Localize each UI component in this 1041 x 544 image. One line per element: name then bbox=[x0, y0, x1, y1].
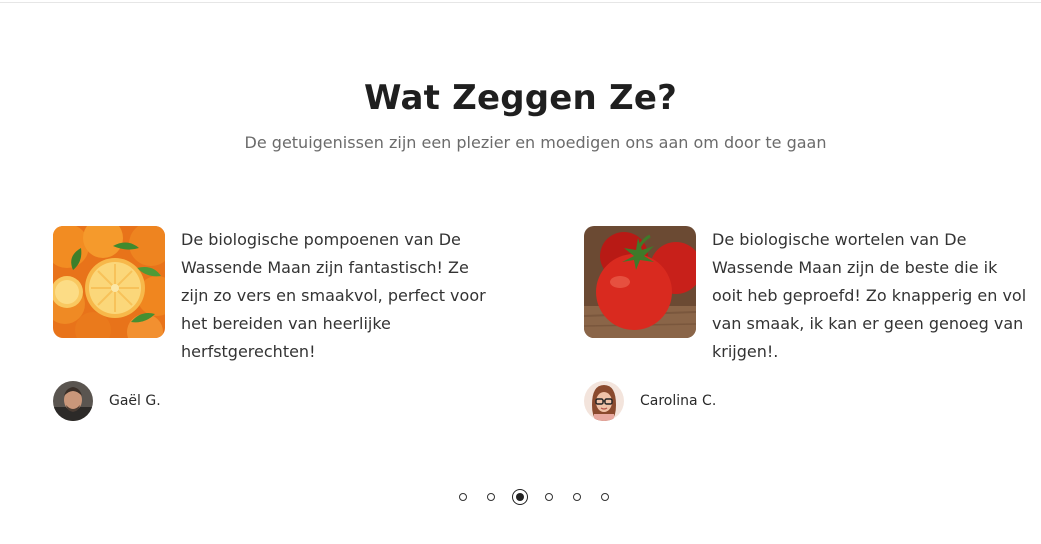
top-divider bbox=[0, 2, 1041, 3]
oranges-photo bbox=[53, 226, 165, 338]
pagination-dot[interactable] bbox=[544, 493, 553, 501]
testimonial-quote: De biologische pompoenen van De Wassende… bbox=[181, 230, 486, 361]
testimonial-card: De biologische pompoenen van De Wassende… bbox=[53, 226, 503, 426]
pagination-dot[interactable] bbox=[600, 493, 609, 501]
author-name: Carolina C. bbox=[640, 393, 717, 409]
testimonial-quote: De biologische wortelen van De Wassende … bbox=[712, 230, 1027, 361]
testimonial-author: Carolina C. bbox=[584, 381, 716, 421]
avatar bbox=[53, 381, 93, 421]
author-name: Gaël G. bbox=[109, 393, 161, 409]
section-subtitle: De getuigenissen zijn een plezier en moe… bbox=[244, 133, 827, 152]
pagination-dot[interactable] bbox=[572, 493, 581, 501]
testimonials-section: Wat Zeggen Ze? De getuigenissen zijn een… bbox=[0, 0, 1041, 544]
testimonial-card: De biologische wortelen van De Wassende … bbox=[584, 226, 1034, 426]
pagination-dot[interactable] bbox=[486, 493, 495, 501]
carousel-pagination bbox=[0, 489, 1041, 505]
pagination-dot[interactable] bbox=[458, 493, 467, 501]
avatar bbox=[584, 381, 624, 421]
section-title: Wat Zeggen Ze? bbox=[363, 78, 678, 118]
tomatoes-photo bbox=[584, 226, 696, 338]
pagination-dot-active[interactable] bbox=[511, 489, 528, 505]
testimonial-author: Gaël G. bbox=[53, 381, 161, 421]
